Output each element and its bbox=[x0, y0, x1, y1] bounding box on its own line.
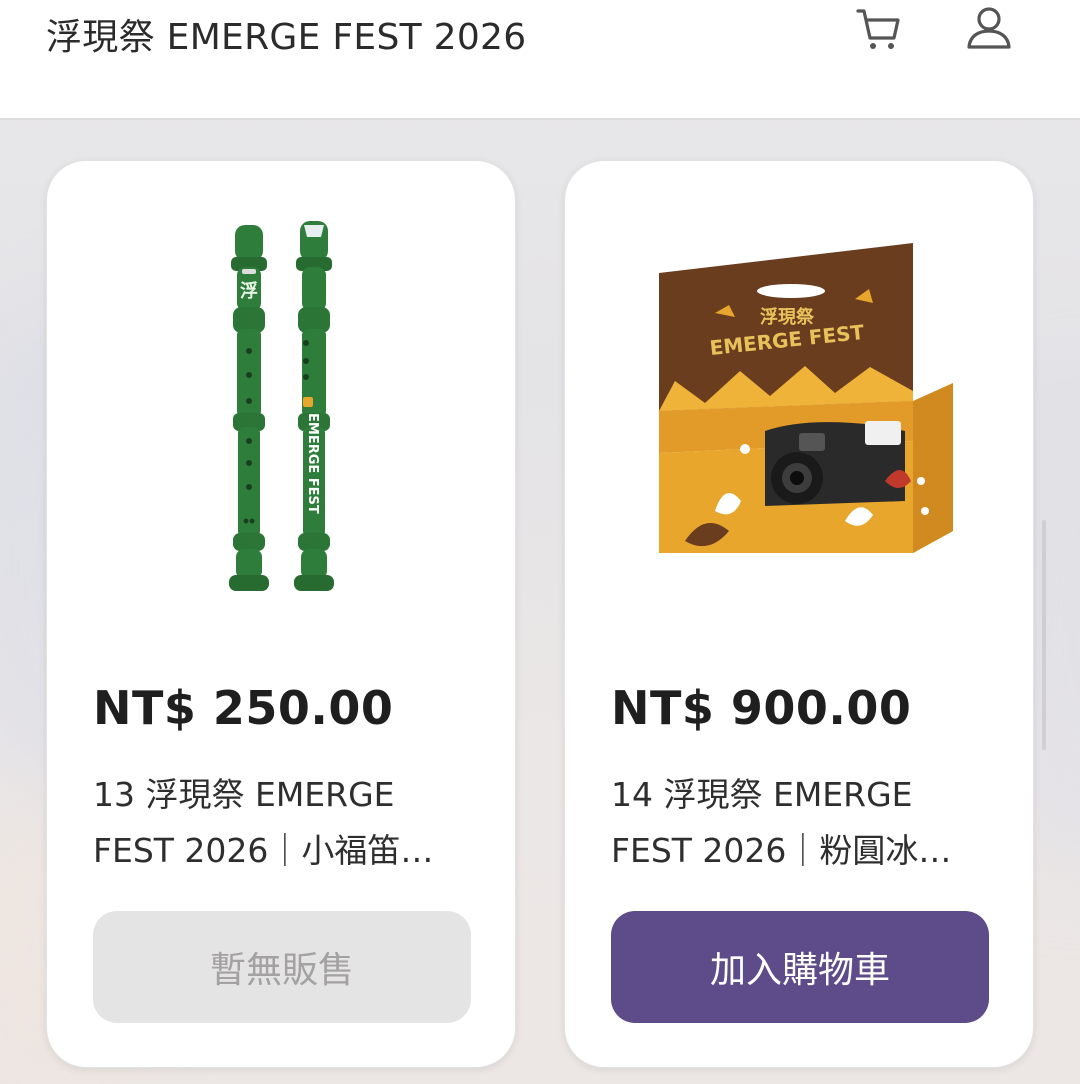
product-price: NT$ 250.00 bbox=[93, 681, 394, 735]
recorder-right: EMERGE FEST bbox=[294, 221, 334, 591]
disposable-camera-image[interactable]: 浮現祭 EMERGE FEST bbox=[565, 181, 1035, 631]
svg-text:EMERGE FEST: EMERGE FEST bbox=[305, 413, 320, 514]
camera-box: 浮現祭 EMERGE FEST bbox=[659, 243, 953, 553]
scrollbar[interactable] bbox=[1042, 520, 1046, 750]
product-card[interactable]: 浮現祭 EMERGE FEST NT$ 900.00 14 浮現祭 EMERGE… bbox=[564, 160, 1034, 1068]
svg-text:浮: 浮 bbox=[240, 280, 258, 302]
top-header: 浮現祭 EMERGE FEST 2026 bbox=[0, 0, 1080, 120]
recorder-flute-image[interactable]: 浮 EMERGE FEST bbox=[47, 181, 517, 631]
user-icon[interactable] bbox=[964, 4, 1014, 54]
svg-text:浮現祭: 浮現祭 bbox=[760, 306, 815, 328]
cart-icon[interactable] bbox=[854, 4, 904, 54]
product-title[interactable]: 14 浮現祭 EMERGE FEST 2026｜粉圓冰… bbox=[611, 767, 995, 879]
add-to-cart-button[interactable]: 加入購物車 bbox=[611, 911, 989, 1023]
product-title[interactable]: 13 浮現祭 EMERGE FEST 2026｜小福笛… bbox=[93, 767, 477, 879]
unavailable-button: 暫無販售 bbox=[93, 911, 471, 1023]
recorder-left: 浮 bbox=[229, 225, 269, 591]
site-title[interactable]: 浮現祭 EMERGE FEST 2026 bbox=[46, 8, 526, 60]
product-price: NT$ 900.00 bbox=[611, 681, 912, 735]
product-card[interactable]: 浮 EMERGE FEST NT$ 250.00 13 浮現祭 EMERGE F… bbox=[46, 160, 516, 1068]
